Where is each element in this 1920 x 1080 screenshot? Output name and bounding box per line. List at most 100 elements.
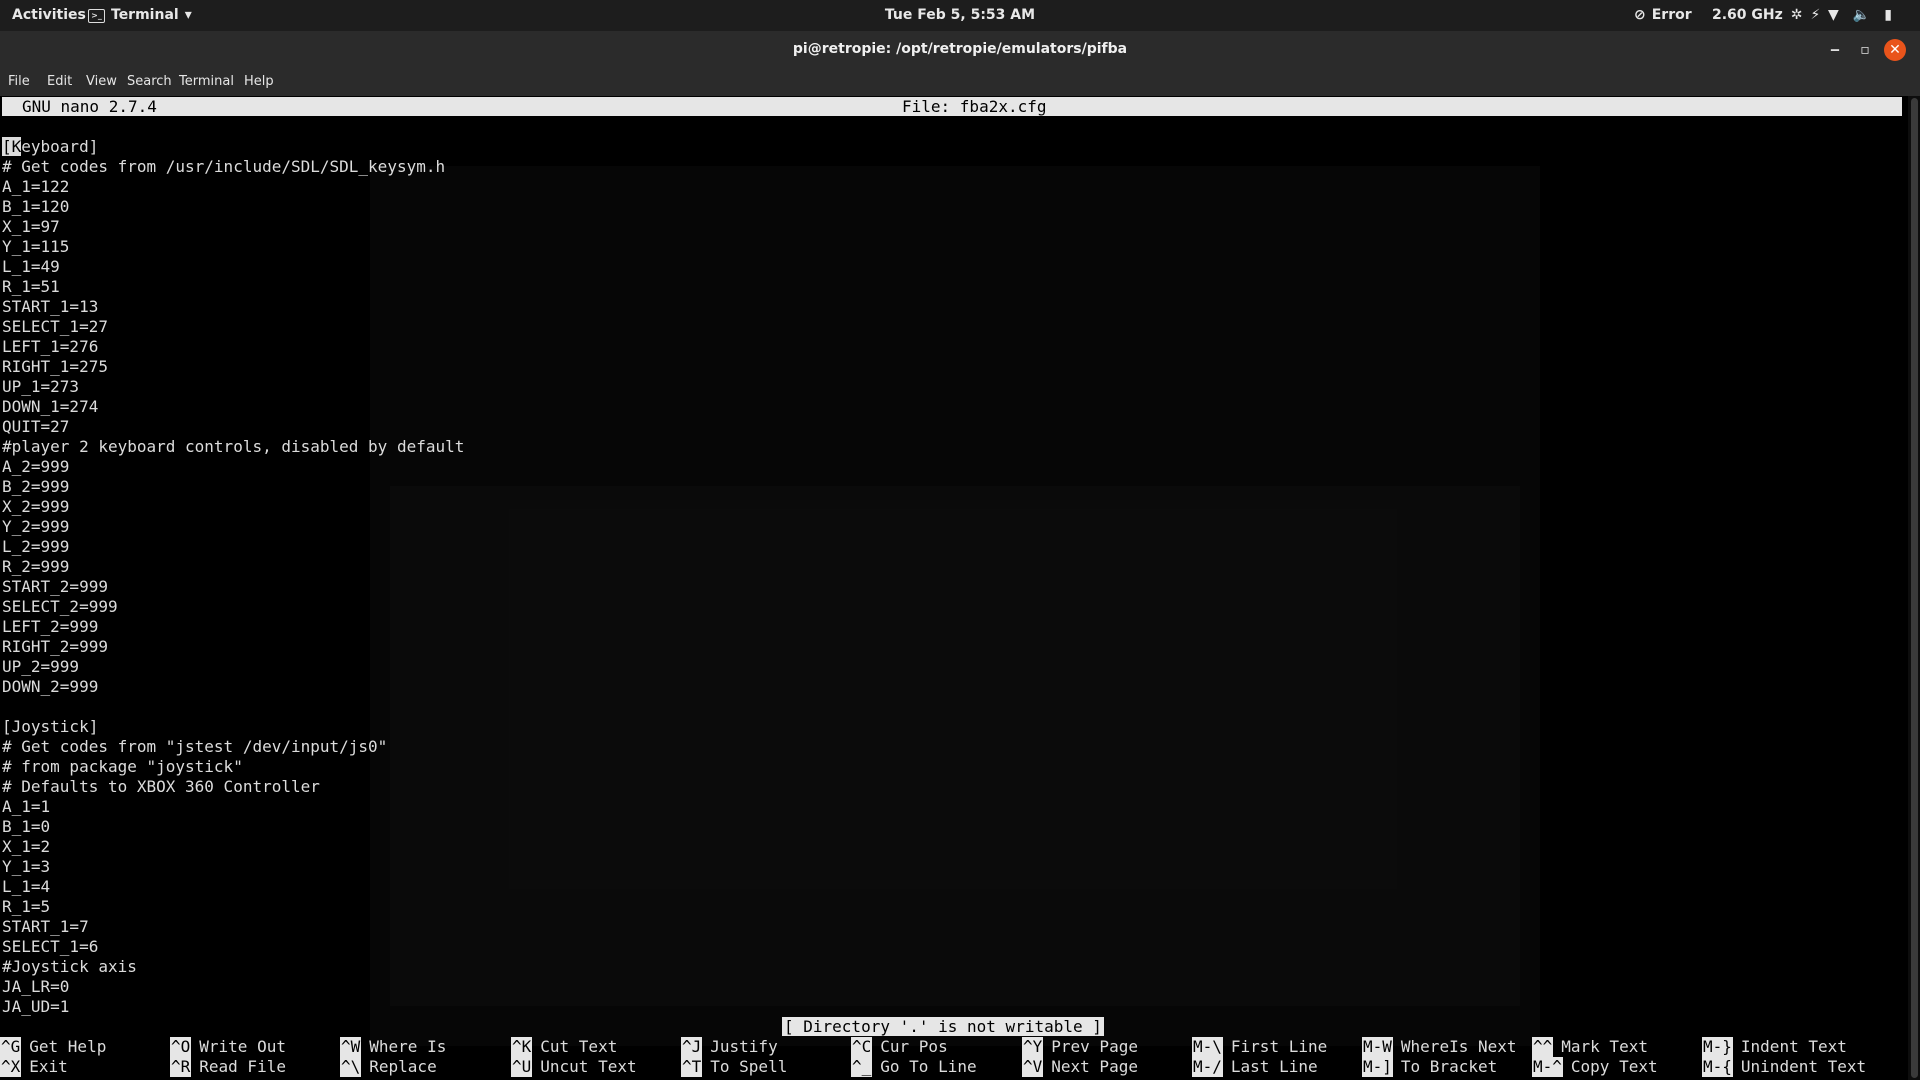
close-button[interactable]: ✕ [1884,39,1906,61]
editor-line: B_1=120 [2,197,70,216]
activities-button[interactable]: Activities [12,0,86,31]
terminal-icon: >_ [88,8,105,23]
shortcut-unindent-text[interactable]: M-{Unindent Text [1702,1057,1866,1077]
editor-line: L_2=999 [2,537,70,556]
shortcut-label: Read File [199,1057,286,1076]
shortcut-label: Exit [29,1057,68,1076]
shortcut-key: ^X [0,1057,22,1077]
shortcut-where-is[interactable]: ^W Where Is [340,1037,446,1057]
editor-line: #Joystick axis [2,957,137,976]
shortcut-mark-text[interactable]: ^^ Mark Text [1532,1037,1648,1057]
shortcut-first-line[interactable]: M-\ First Line [1192,1037,1327,1057]
shortcut-last-line[interactable]: M-/ Last Line [1192,1057,1318,1077]
volume-icon: 🔈 [1852,7,1871,23]
eye-off-icon: ⊘ [1634,7,1646,23]
window-titlebar[interactable]: pi@retropie: /opt/retropie/emulators/pif… [0,31,1920,69]
shortcut-key: ^C [851,1037,873,1057]
editor-line: X_2=999 [2,497,70,516]
menu-terminal[interactable]: Terminal [179,68,234,96]
shortcut-write-out[interactable]: ^O Write Out [170,1037,286,1057]
editor-line: Y_2=999 [2,517,70,536]
editor-line: # from package "joystick" [2,757,243,776]
nano-version: GNU nano 2.7.4 [22,97,157,116]
shortcut-key: ^T [681,1057,703,1077]
shortcut-label: Last Line [1230,1057,1318,1076]
shortcut-copy-text[interactable]: M-^ Copy Text [1532,1057,1658,1077]
shortcut-to-bracket[interactable]: M-] To Bracket [1362,1057,1497,1077]
error-label: Error [1651,7,1692,23]
menu-file[interactable]: File [8,68,30,96]
maximize-button[interactable]: ▫ [1854,39,1876,61]
shortcut-key: ^_ [851,1057,873,1077]
menu-view[interactable]: View [86,68,117,96]
shortcut-get-help[interactable]: ^G Get Help [0,1037,106,1057]
app-menu-button[interactable]: >_ Terminal ▾ [88,0,192,31]
minimize-button[interactable]: ‒ [1824,39,1846,61]
shortcut-indent-text[interactable]: M-} Indent Text [1702,1037,1847,1057]
shortcut-label: Cut Text [540,1037,618,1056]
editor-line: R_2=999 [2,557,70,576]
shortcut-label: Uncut Text [540,1057,637,1076]
shortcut-key: ^G [0,1037,22,1057]
shortcut-label: To Bracket [1400,1057,1498,1076]
shortcut-justify[interactable]: ^J Justify [681,1037,778,1057]
shortcut-key: ^W [340,1037,362,1057]
editor-line: Y_1=3 [2,857,51,876]
shortcut-key: ^\ [340,1057,362,1077]
background-ghost-panel [390,486,1520,1006]
shortcut-key: ^R [170,1057,192,1077]
shortcut-label: Unindent Text [1740,1057,1867,1076]
shortcut-label: Mark Text [1561,1037,1648,1056]
editor-line: JA_LR=0 [2,977,70,996]
wifi-icon: ▼ [1828,7,1839,23]
shortcut-key: M-] [1362,1057,1393,1077]
window-title: pi@retropie: /opt/retropie/emulators/pif… [792,41,1128,57]
shortcut-uncut-text[interactable]: ^U Uncut Text [511,1057,637,1077]
shortcut-key: ^K [511,1037,533,1057]
shortcut-cut-text[interactable]: ^K Cut Text [511,1037,617,1057]
shortcut-replace[interactable]: ^\ Replace [340,1057,437,1077]
shortcut-exit[interactable]: ^X Exit [0,1057,68,1077]
shortcut-prev-page[interactable]: ^Y Prev Page [1022,1037,1138,1057]
editor-line: A_1=122 [2,177,70,196]
shortcut-key: M-} [1702,1037,1733,1057]
status-message: [ Directory '.' is not writable ] [782,1017,1104,1036]
gear-icon: ✲ [1790,7,1803,23]
shortcut-key: ^J [681,1037,703,1057]
editor-line: [Joystick] [2,717,99,736]
editor-line: RIGHT_1=275 [2,357,108,376]
editor-line: [Keyboard] [2,137,99,156]
shortcut-label: First Line [1230,1037,1328,1056]
shortcut-label: Cur Pos [880,1037,948,1056]
menu-edit[interactable]: Edit [47,68,72,96]
shortcut-go-to-line[interactable]: ^_ Go To Line [851,1057,977,1077]
shortcut-to-spell[interactable]: ^T To Spell [681,1057,787,1077]
shortcut-read-file[interactable]: ^R Read File [170,1057,286,1077]
system-menu[interactable]: ▼ 🔈 ▮ [1828,0,1892,31]
editor-line: X_1=2 [2,837,51,856]
error-indicator[interactable]: ⊘ Error [1634,0,1692,31]
shortcut-label: Go To Line [880,1057,977,1076]
editor-line: R_1=51 [2,277,60,296]
shortcut-next-page[interactable]: ^V Next Page [1022,1057,1138,1077]
app-menu-label: Terminal [111,7,179,23]
editor-content[interactable]: [Keyboard] # Get codes from /usr/include/… [2,137,464,1017]
menu-search[interactable]: Search [127,68,172,96]
cpu-freq-label: 2.60 GHz [1712,7,1783,23]
menu-help[interactable]: Help [244,68,274,96]
scrollbar[interactable] [1908,96,1920,1080]
cpu-freq-indicator[interactable]: 2.60 GHz ✲ ⚡ [1712,0,1820,31]
editor-line: UP_1=273 [2,377,80,396]
editor-line: LEFT_2=999 [2,617,99,636]
editor-line: L_1=4 [2,877,51,896]
clock[interactable]: Tue Feb 5, 5:53 AM [885,7,1035,23]
nano-header-bar: GNU nano 2.7.4 File: fba2x.cfg [2,97,1902,116]
shortcut-cur-pos[interactable]: ^C Cur Pos [851,1037,948,1057]
shortcut-whereis-next[interactable]: M-W WhereIs Next [1362,1037,1517,1057]
editor-line: START_2=999 [2,577,108,596]
scrollbar-thumb[interactable] [1911,98,1918,1078]
terminal-area[interactable]: GNU nano 2.7.4 File: fba2x.cfg [Keyboard… [0,96,1920,1080]
editor-line: L_1=49 [2,257,60,276]
editor-line: Y_1=115 [2,237,70,256]
shortcut-label: Justify [710,1037,778,1056]
